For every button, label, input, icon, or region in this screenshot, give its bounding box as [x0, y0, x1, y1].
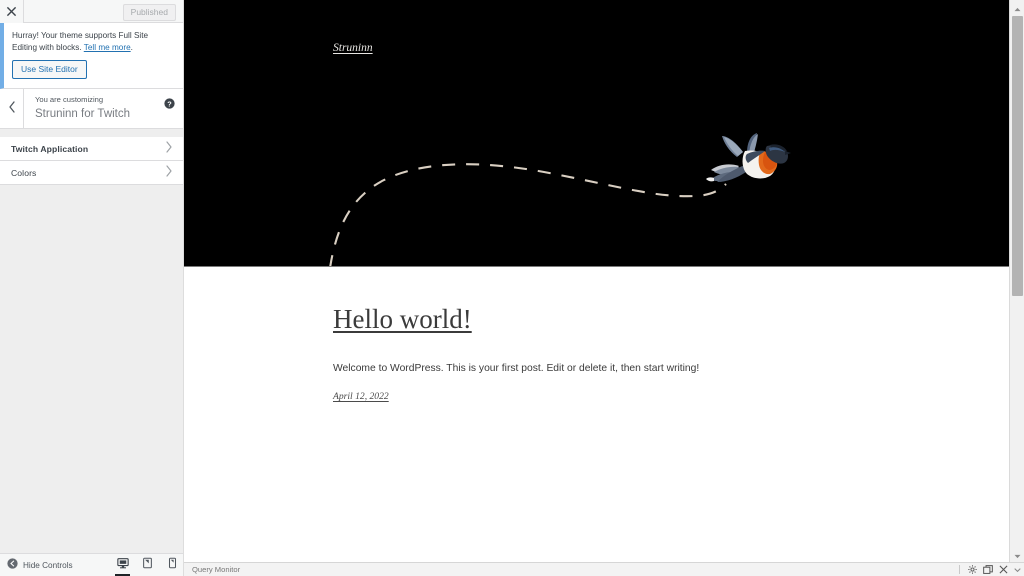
chevron-right-icon: [165, 140, 173, 158]
customizing-label: You are customizing: [35, 94, 104, 104]
chevron-right-icon: [165, 164, 173, 182]
close-customizer-button[interactable]: [0, 0, 24, 23]
toolbar-divider: [959, 565, 960, 574]
scroll-up-arrow-icon: [1014, 0, 1021, 17]
bird-flight-trail: [329, 163, 727, 266]
publish-button[interactable]: Published: [122, 4, 176, 21]
mobile-icon: [168, 556, 177, 574]
device-preview-mobile[interactable]: [162, 554, 183, 576]
close-x-icon: [6, 6, 17, 17]
dock-panel-icon[interactable]: [983, 565, 993, 574]
customizer-footer: Hide Controls: [0, 553, 184, 576]
flying-swallow-bird-image: [706, 133, 791, 182]
chevron-down-icon[interactable]: [1014, 567, 1021, 573]
scroll-up-button[interactable]: [1010, 0, 1024, 15]
customizing-header: You are customizing Struninn for Twitch …: [0, 88, 183, 130]
sidebar-item-twitch-application[interactable]: Twitch Application: [0, 137, 183, 162]
back-button[interactable]: [0, 88, 24, 129]
scrollbar-thumb[interactable]: [1012, 16, 1023, 296]
tell-me-more-link[interactable]: Tell me more: [84, 43, 131, 52]
device-preview-desktop[interactable]: [112, 554, 133, 576]
scroll-down-arrow-icon: [1014, 546, 1021, 564]
query-monitor-label[interactable]: Query Monitor: [184, 565, 240, 574]
settings-gear-icon[interactable]: [968, 565, 977, 574]
hide-controls-label: Hide Controls: [23, 560, 73, 570]
chevron-left-icon: [8, 100, 16, 118]
help-circle-icon[interactable]: ?: [164, 96, 175, 109]
use-site-editor-button[interactable]: Use Site Editor: [12, 59, 87, 79]
close-x-icon[interactable]: [999, 565, 1008, 574]
customizing-info: You are customizing Struninn for Twitch …: [24, 89, 183, 128]
preview-post: Hello world! Welcome to WordPress. This …: [184, 267, 1009, 402]
post-body: Welcome to WordPress. This is your first…: [333, 363, 700, 375]
publish-area: Published: [122, 2, 183, 21]
query-monitor-bar: Query Monitor: [184, 562, 1024, 576]
customizing-title: Struninn for Twitch: [35, 107, 131, 120]
site-preview-frame: Struninn Hello world! Welcome to WordPre…: [184, 0, 1009, 562]
panel-spacer: [0, 129, 183, 138]
customizer-sidebar: Published Hurray! Your theme supports Fu…: [0, 0, 184, 553]
customizer-screen: Published Hurray! Your theme supports Fu…: [0, 0, 1024, 576]
post-date[interactable]: April 12, 2022: [333, 391, 1009, 402]
notice-text: Hurray! Your theme supports Full Site Ed…: [12, 30, 174, 54]
tablet-icon: [142, 556, 153, 574]
preview-scrollbar[interactable]: [1009, 0, 1024, 562]
full-site-editing-notice: Hurray! Your theme supports Full Site Ed…: [0, 23, 183, 89]
notice-text-after: .: [130, 42, 133, 52]
device-preview-tablet[interactable]: [137, 554, 158, 576]
scroll-down-button[interactable]: [1010, 547, 1024, 562]
post-title[interactable]: Hello world!: [333, 303, 1009, 335]
desktop-icon: [116, 556, 129, 574]
svg-text:?: ?: [167, 99, 172, 108]
preview-site-title[interactable]: Struninn: [333, 42, 373, 54]
sidebar-item-colors[interactable]: Colors: [0, 161, 183, 186]
collapse-circle-icon: [7, 556, 18, 574]
query-monitor-controls: [959, 565, 1024, 574]
customizer-header: Published: [0, 0, 183, 23]
sidebar-item-label: Twitch Application: [11, 143, 89, 154]
device-preview-group: [112, 554, 183, 576]
preview-hero: Struninn: [184, 0, 1009, 267]
sidebar-item-label: Colors: [11, 167, 37, 178]
hide-controls-button[interactable]: Hide Controls: [0, 556, 73, 574]
